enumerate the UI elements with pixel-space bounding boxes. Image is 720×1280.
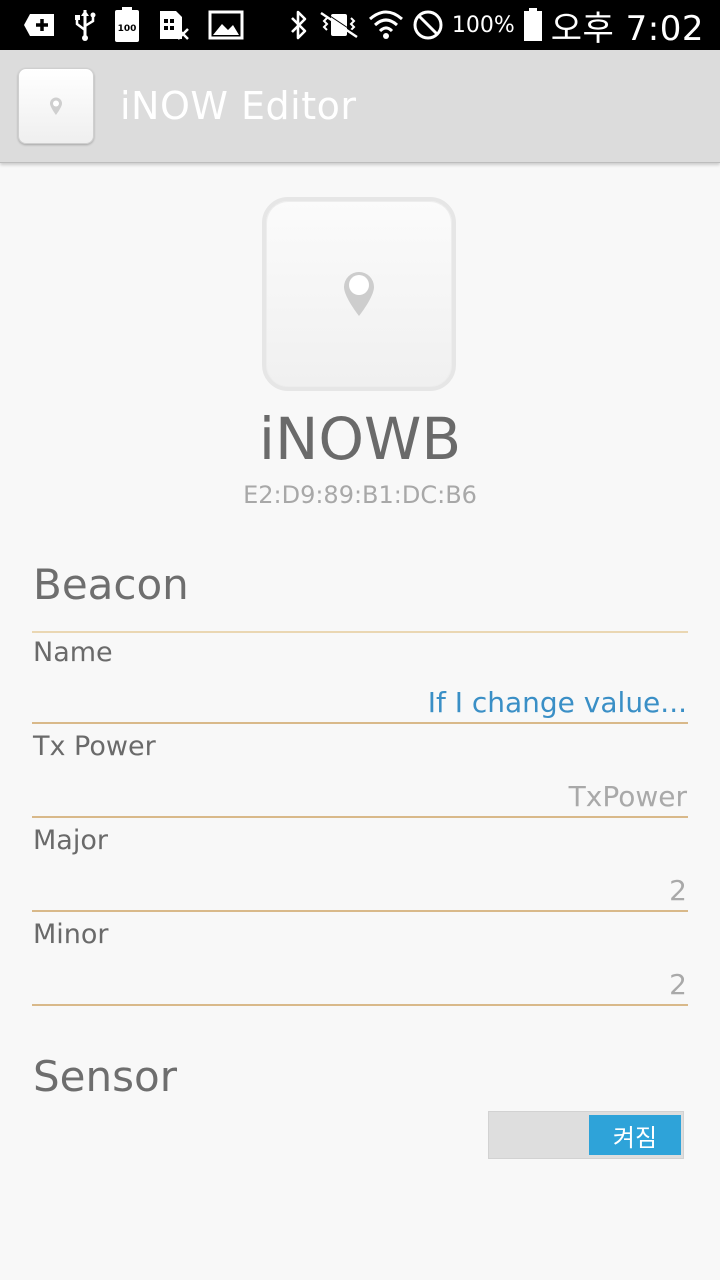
device-name: iNOWB [258, 405, 462, 473]
device-icon [262, 197, 456, 391]
bluetooth-icon [288, 9, 310, 41]
status-bar: 100 100% 오후 7:02 [0, 0, 720, 50]
svg-text:100: 100 [118, 24, 137, 34]
action-bar: iNOW Editor [0, 50, 720, 163]
section-divider [32, 631, 688, 633]
section-title-beacon: Beacon [33, 560, 189, 609]
name-field[interactable]: If I change value... [428, 686, 687, 719]
battery-100-icon: 100 [114, 7, 140, 43]
major-field-underline [32, 910, 688, 912]
major-field[interactable]: 2 [669, 874, 687, 907]
vibrate-icon [318, 10, 360, 40]
tx-power-field-underline [32, 816, 688, 818]
tx-power-field[interactable]: TxPower [569, 780, 687, 813]
minor-field[interactable]: 2 [669, 968, 687, 1001]
sim-off-icon [158, 9, 190, 41]
sensor-toggle[interactable]: 켜짐 [488, 1111, 684, 1159]
battery-icon [523, 8, 543, 42]
name-field-underline [32, 722, 688, 724]
battery-percent: 100% [451, 12, 515, 38]
minor-field-underline [32, 1004, 688, 1006]
app-title: iNOW Editor [120, 84, 357, 128]
location-pin-icon [50, 97, 62, 115]
wifi-icon [368, 9, 404, 41]
add-box-icon [24, 12, 56, 38]
clock: 오후 7:02 [550, 8, 704, 49]
section-title-sensor: Sensor [33, 1052, 177, 1101]
tx-power-label: Tx Power [33, 731, 156, 762]
location-pin-icon [344, 272, 374, 316]
do-not-disturb-icon [412, 9, 444, 41]
image-icon [208, 10, 244, 40]
minor-label: Minor [33, 919, 109, 950]
status-icons-right: 100% 오후 7:02 [288, 4, 704, 49]
major-label: Major [33, 825, 108, 856]
status-icons-left: 100 [24, 6, 244, 44]
device-mac-address: E2:D9:89:B1:DC:B6 [243, 481, 477, 509]
app-icon[interactable] [18, 68, 94, 144]
usb-icon [74, 8, 96, 42]
sensor-toggle-on-label[interactable]: 켜짐 [589, 1115, 681, 1155]
name-label: Name [33, 637, 113, 668]
